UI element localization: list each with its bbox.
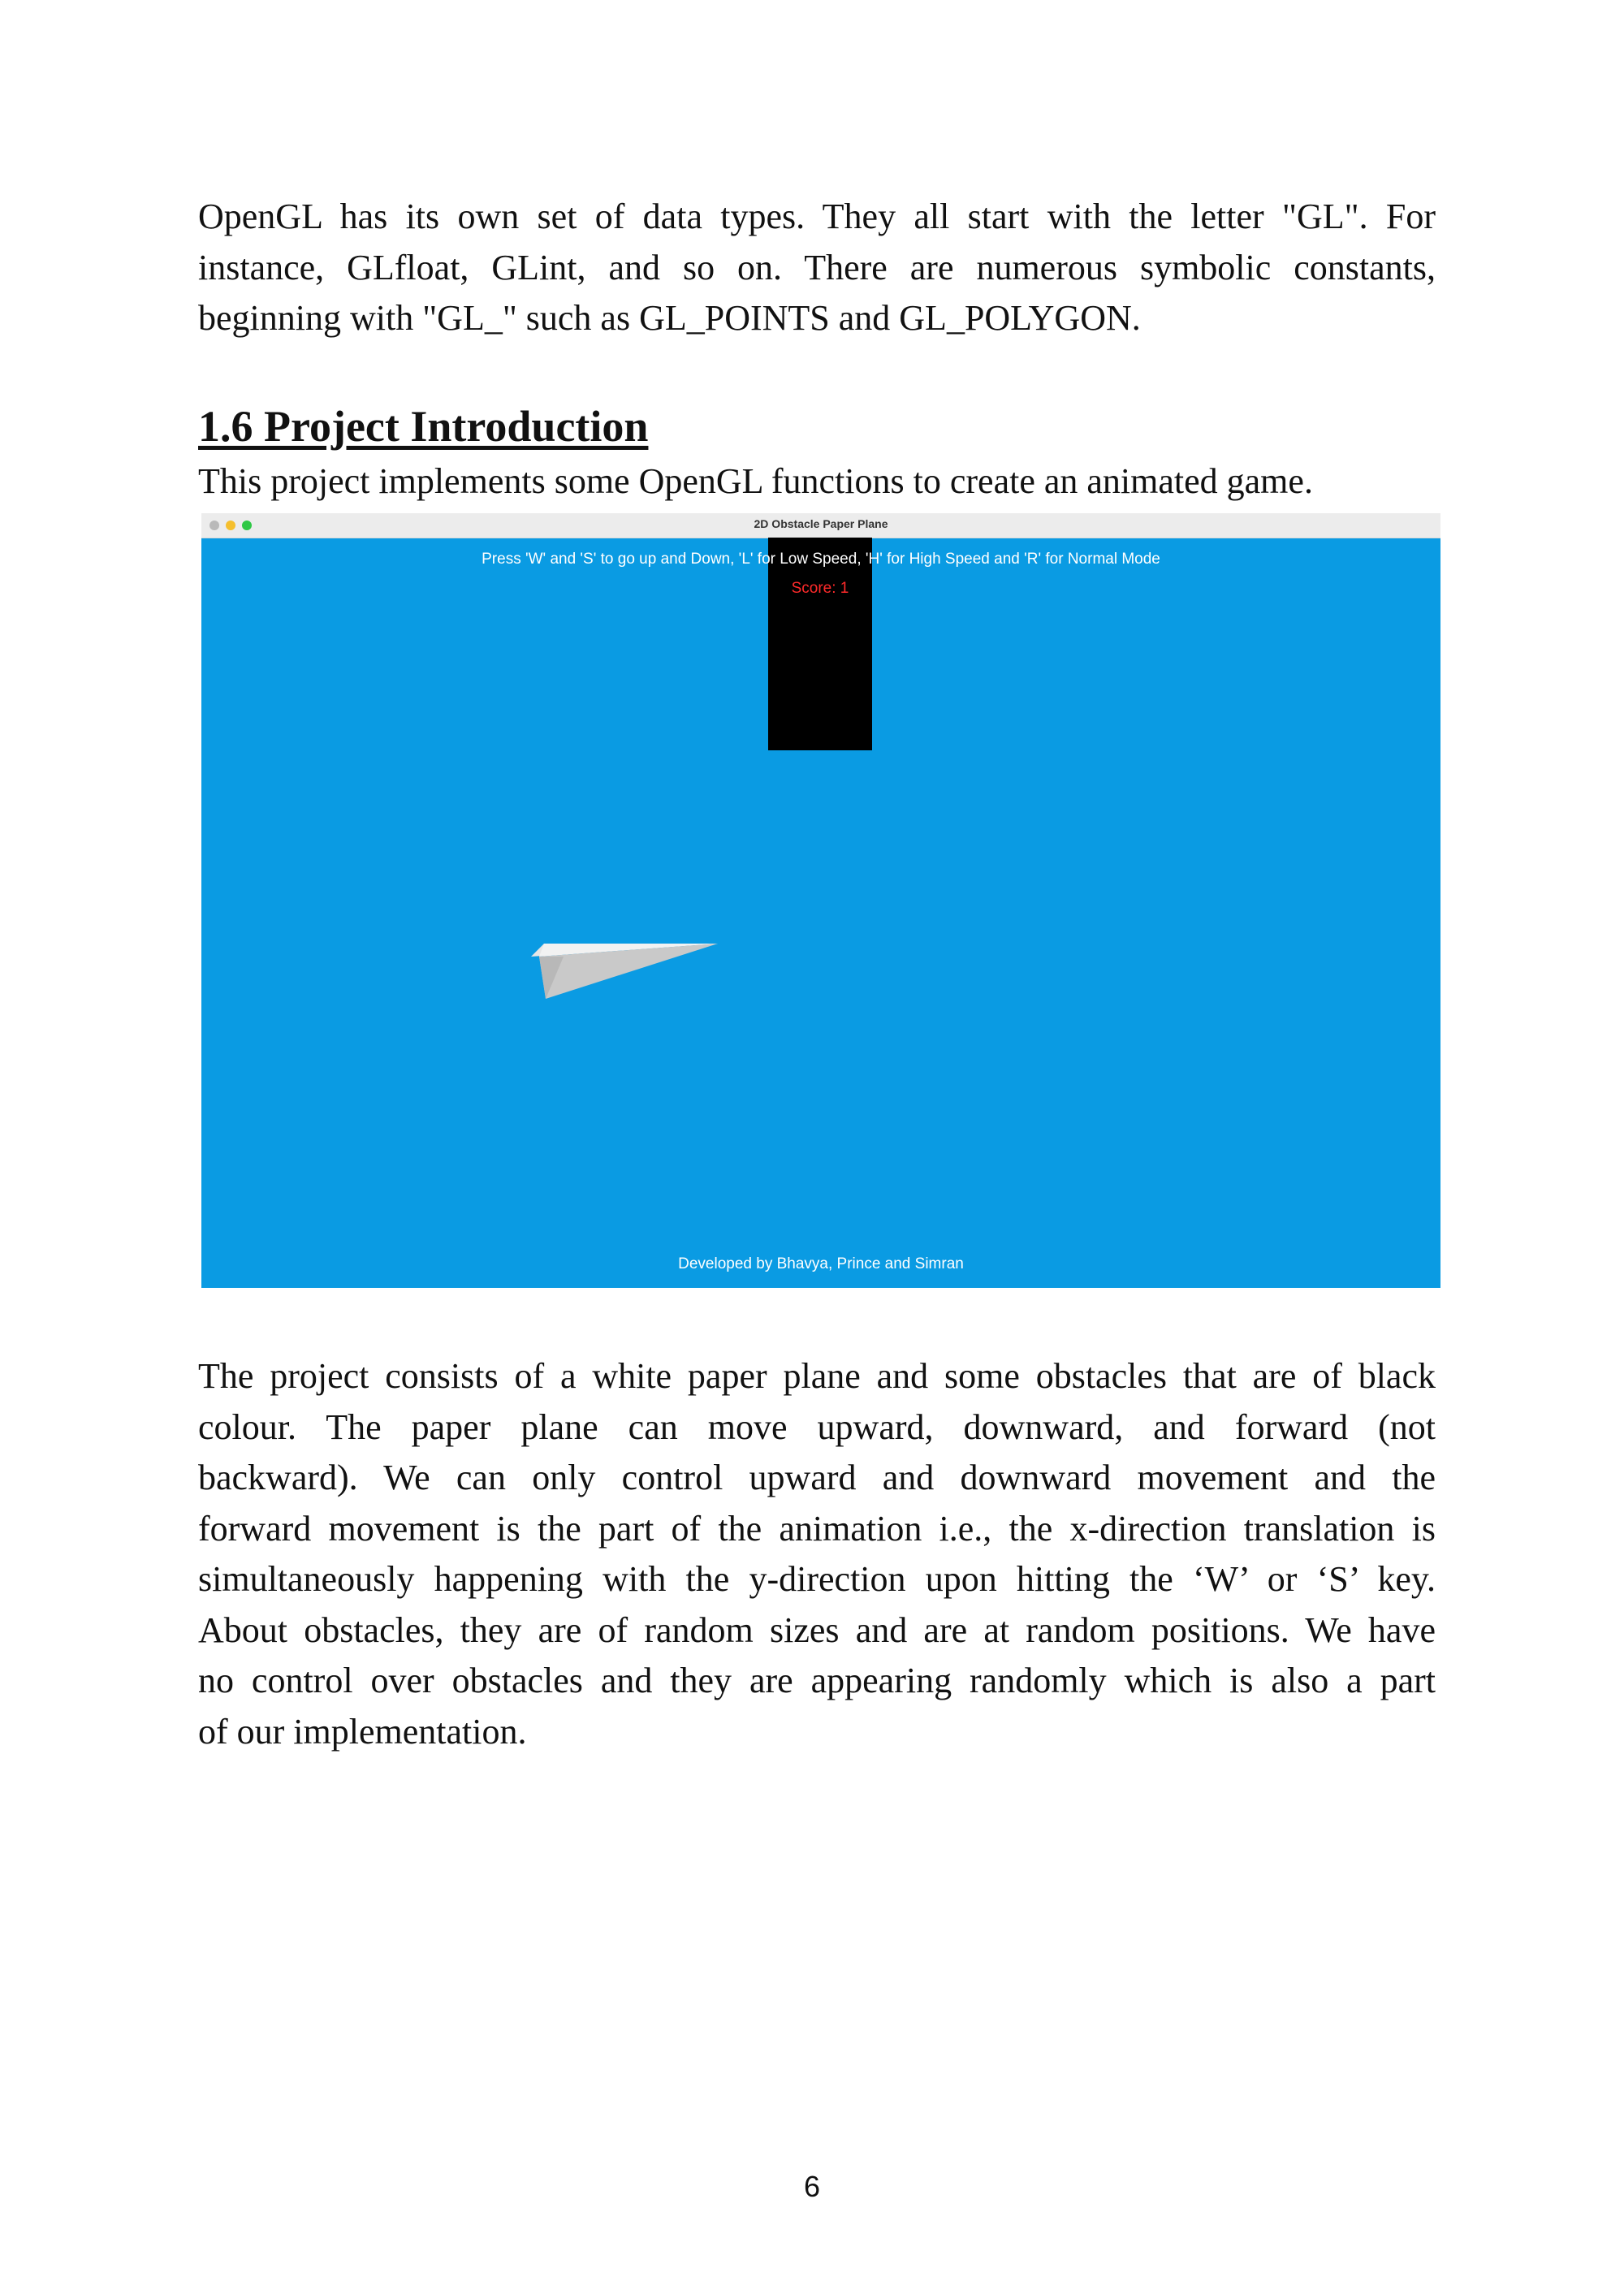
paper-plane-icon [531,944,718,999]
paragraph-line: colour. The paper plane can move upward,… [198,1406,1436,1447]
paragraph-line: The project consists of a white paper pl… [198,1356,1436,1396]
paragraph-line: OpenGL has its own set of data types. Th… [198,197,1436,236]
paragraph-line: backward). We can only control upward an… [198,1458,1436,1497]
score-label: Score: 1 [791,580,849,597]
game-screenshot: 2D Obstacle Paper Plane Press 'W' and 'S… [201,513,1440,1288]
paragraph-line: of our implementation. [198,1711,527,1752]
paragraph-line: About obstacles, they are of random size… [198,1609,1436,1650]
paragraph-line: instance, GLfloat, GLint, and so on. The… [198,247,1436,287]
obstacle [768,538,872,750]
paragraph-line: forward movement is the part of the anim… [198,1508,1436,1549]
section-intro: This project implements some OpenGL func… [198,461,1313,501]
section-heading: 1.6 Project Introduction [198,402,649,451]
paragraph-line: no control over obstacles and they are a… [198,1661,1436,1700]
intro-paragraph: OpenGL has its own set of data types. Th… [198,192,1436,344]
paragraph-line: simultaneously happening with the y-dire… [198,1559,1436,1599]
game-credits: Developed by Bhavya, Prince and Simran [678,1255,964,1272]
game-canvas: Press 'W' and 'S' to go up and Down, 'L'… [201,538,1440,1288]
window-titlebar: 2D Obstacle Paper Plane [201,513,1440,538]
body-paragraph: The project consists of a white paper pl… [198,1351,1436,1757]
paragraph-line: beginning with "GL_" such as GL_POINTS a… [198,298,1141,338]
window-title: 2D Obstacle Paper Plane [754,517,888,530]
page-number: 6 [803,2170,821,2203]
game-instructions: Press 'W' and 'S' to go up and Down, 'L'… [482,551,1160,568]
